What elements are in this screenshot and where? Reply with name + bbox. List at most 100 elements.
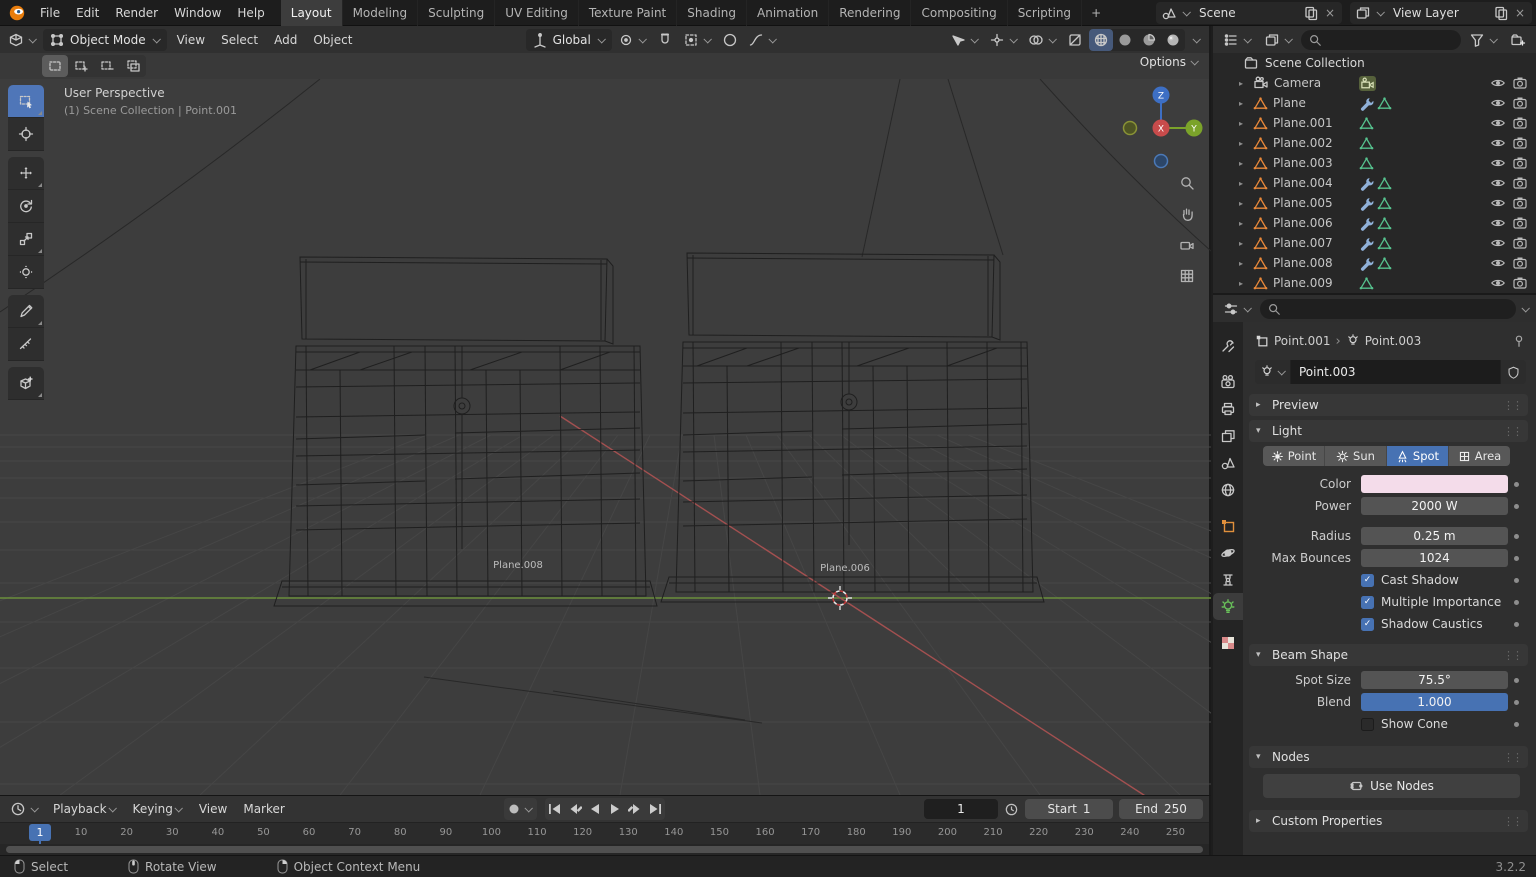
animate-dot[interactable] <box>1508 578 1524 583</box>
mesh-data-icon[interactable] <box>1377 256 1392 271</box>
viewport-menu-object[interactable]: Object <box>305 27 360 53</box>
mesh-data-icon[interactable] <box>1359 156 1374 171</box>
new-collection-button[interactable] <box>1506 29 1530 51</box>
modifier-wrench-icon[interactable] <box>1359 256 1374 271</box>
animate-dot[interactable] <box>1508 700 1524 705</box>
light-type-point-button[interactable]: Point <box>1263 446 1325 466</box>
light-type-sun-button[interactable]: Sun <box>1325 446 1387 466</box>
view-layer-selector[interactable]: View Layer × <box>1350 2 1532 24</box>
tab-data-button[interactable] <box>1213 593 1243 620</box>
breadcrumb-object[interactable]: Point.001 <box>1274 334 1331 348</box>
mesh-data-icon[interactable] <box>1377 236 1392 251</box>
expand-icon[interactable]: ▸ <box>1239 139 1253 148</box>
expand-icon[interactable]: ▸ <box>1239 219 1253 228</box>
tool-rotate-button[interactable] <box>8 190 44 223</box>
preview-range-clock-icon[interactable] <box>1004 802 1019 817</box>
hide-viewport-eye-icon[interactable] <box>1490 135 1506 151</box>
gizmos-dropdown[interactable] <box>985 29 1022 51</box>
ortho-grid-button[interactable] <box>1177 266 1197 286</box>
duplicate-icon[interactable] <box>1303 5 1319 21</box>
shading-rendered-button[interactable] <box>1161 29 1185 51</box>
falloff-dropdown[interactable] <box>744 29 781 51</box>
zoom-button[interactable] <box>1177 173 1197 193</box>
breadcrumb-data[interactable]: Point.003 <box>1365 334 1422 348</box>
duplicate-icon[interactable] <box>1493 5 1509 21</box>
property-value-field[interactable]: 75.5° <box>1361 671 1508 689</box>
shading-material-button[interactable] <box>1137 29 1161 51</box>
disable-render-camera-icon[interactable] <box>1512 155 1528 171</box>
tab-viewlayer-button[interactable] <box>1213 422 1243 449</box>
animate-dot[interactable] <box>1508 482 1524 487</box>
disable-render-camera-icon[interactable] <box>1512 195 1528 211</box>
disable-render-camera-icon[interactable] <box>1512 115 1528 131</box>
tab-world-button[interactable] <box>1213 476 1243 503</box>
end-frame-field[interactable]: End 250 <box>1119 799 1203 819</box>
outliner-item-plane[interactable]: ▸Plane <box>1213 93 1536 113</box>
animate-dot[interactable] <box>1508 556 1524 561</box>
show-cone-checkbox[interactable] <box>1361 718 1374 731</box>
expand-icon[interactable]: ▸ <box>1239 179 1253 188</box>
close-icon[interactable]: × <box>1323 6 1337 20</box>
pivot-dropdown[interactable] <box>614 29 651 51</box>
timeline-ruler[interactable]: 1 10203040506070809010011012013014015016… <box>0 822 1209 844</box>
object-name[interactable]: Plane.009 <box>1273 276 1333 290</box>
property-value-field[interactable]: 0.25 m <box>1361 527 1508 545</box>
outliner-item-plane.003[interactable]: ▸Plane.003 <box>1213 153 1536 173</box>
tl-play-button[interactable] <box>605 798 625 820</box>
object-name[interactable]: Plane.007 <box>1273 236 1333 250</box>
disable-render-camera-icon[interactable] <box>1512 255 1528 271</box>
workspace-tab-shading[interactable]: Shading <box>677 0 747 26</box>
outliner-item-plane.005[interactable]: ▸Plane.005 <box>1213 193 1536 213</box>
datablock-type-button[interactable] <box>1255 360 1291 384</box>
visibility-dropdown[interactable] <box>946 29 983 51</box>
tl-last-button[interactable] <box>645 798 665 820</box>
tl-nextkey-button[interactable] <box>625 798 645 820</box>
tab-scene-button[interactable] <box>1213 449 1243 476</box>
outliner-item-camera[interactable]: ▸Camera <box>1213 73 1536 93</box>
hide-viewport-eye-icon[interactable] <box>1490 195 1506 211</box>
tl-playrev-button[interactable] <box>585 798 605 820</box>
mesh-data-icon[interactable] <box>1359 136 1374 151</box>
tool-annotate-button[interactable] <box>8 295 44 328</box>
shading-solid-button[interactable] <box>1113 29 1137 51</box>
property-value-field[interactable]: 1.000 <box>1361 693 1508 711</box>
hide-viewport-eye-icon[interactable] <box>1490 155 1506 171</box>
hide-viewport-eye-icon[interactable] <box>1490 115 1506 131</box>
mesh-data-icon[interactable] <box>1359 116 1374 131</box>
object-name[interactable]: Plane.004 <box>1273 176 1333 190</box>
outliner-item-plane.007[interactable]: ▸Plane.007 <box>1213 233 1536 253</box>
modifier-wrench-icon[interactable] <box>1359 196 1374 211</box>
object-name[interactable]: Plane.006 <box>1273 216 1333 230</box>
property-value-field[interactable]: 2000 W <box>1361 497 1508 515</box>
snap-dropdown[interactable] <box>679 29 716 51</box>
select-subtract-button[interactable] <box>94 55 120 77</box>
tool-move-button[interactable] <box>8 157 44 190</box>
tool-select-button[interactable] <box>8 85 44 118</box>
hide-viewport-eye-icon[interactable] <box>1490 275 1506 291</box>
tab-physics-button[interactable] <box>1213 539 1243 566</box>
modifier-wrench-icon[interactable] <box>1359 96 1374 111</box>
outliner-root-row[interactable]: Scene Collection <box>1213 53 1536 73</box>
mesh-data-icon[interactable] <box>1377 196 1392 211</box>
shading-dropdown[interactable] <box>1187 29 1205 51</box>
workspace-tab-texture-paint[interactable]: Texture Paint <box>579 0 677 26</box>
object-name[interactable]: Plane.002 <box>1273 136 1333 150</box>
camera-data-icon[interactable] <box>1359 76 1376 91</box>
shadow-caustics-checkbox[interactable]: ✓ <box>1361 618 1374 631</box>
outliner-item-plane.001[interactable]: ▸Plane.001 <box>1213 113 1536 133</box>
disable-render-camera-icon[interactable] <box>1512 275 1528 291</box>
hide-viewport-eye-icon[interactable] <box>1490 175 1506 191</box>
animate-dot[interactable] <box>1508 622 1524 627</box>
timeline-menu-keying[interactable]: Keying <box>125 796 191 822</box>
viewport-menu-add[interactable]: Add <box>266 27 305 53</box>
modifier-wrench-icon[interactable] <box>1359 236 1374 251</box>
tab-output-button[interactable] <box>1213 395 1243 422</box>
tool-cursor-button[interactable] <box>8 118 44 151</box>
multiple-importance-checkbox[interactable]: ✓ <box>1361 596 1374 609</box>
animate-dot[interactable] <box>1508 722 1524 727</box>
outliner-search-input[interactable] <box>1301 30 1461 50</box>
mesh-data-icon[interactable] <box>1377 176 1392 191</box>
light-type-area-button[interactable]: Area <box>1449 446 1510 466</box>
use-nodes-button[interactable]: Use Nodes <box>1263 774 1520 798</box>
object-name[interactable]: Plane.001 <box>1273 116 1333 130</box>
